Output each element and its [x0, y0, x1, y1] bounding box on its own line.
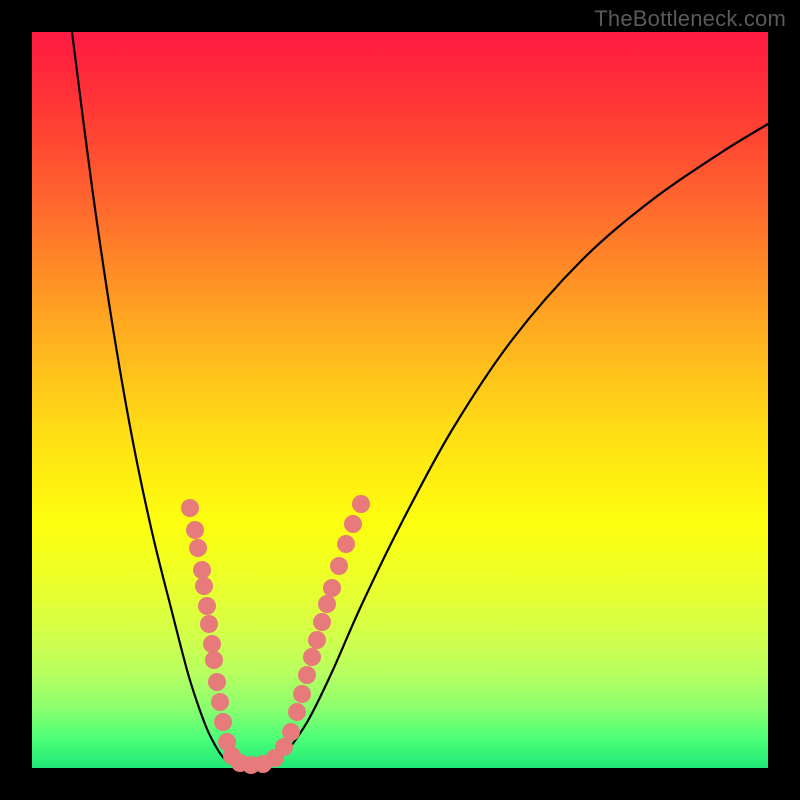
watermark-text: TheBottleneck.com [594, 6, 786, 32]
curve-marker [214, 713, 232, 731]
curve-marker [303, 648, 321, 666]
curve-marker [211, 693, 229, 711]
curve-marker [203, 635, 221, 653]
curve-marker [282, 723, 300, 741]
curve-marker [313, 613, 331, 631]
curve-marker [198, 597, 216, 615]
curve-marker [337, 535, 355, 553]
curve-layer [32, 32, 768, 768]
curve-marker [205, 651, 223, 669]
curve-marker [186, 521, 204, 539]
curve-marker [200, 615, 218, 633]
chart-frame: TheBottleneck.com [0, 0, 800, 800]
curve-marker [195, 577, 213, 595]
curve-marker [193, 561, 211, 579]
curve-marker [308, 631, 326, 649]
curve-marker [323, 579, 341, 597]
curve-marker [318, 595, 336, 613]
bottleneck-curve [72, 32, 768, 766]
curve-marker [189, 539, 207, 557]
curve-marker [344, 515, 362, 533]
curve-marker [352, 495, 370, 513]
curve-marker [330, 557, 348, 575]
curve-marker [288, 703, 306, 721]
plot-area [32, 32, 768, 768]
curve-marker [298, 666, 316, 684]
curve-marker [208, 673, 226, 691]
curve-marker [293, 685, 311, 703]
curve-marker [181, 499, 199, 517]
